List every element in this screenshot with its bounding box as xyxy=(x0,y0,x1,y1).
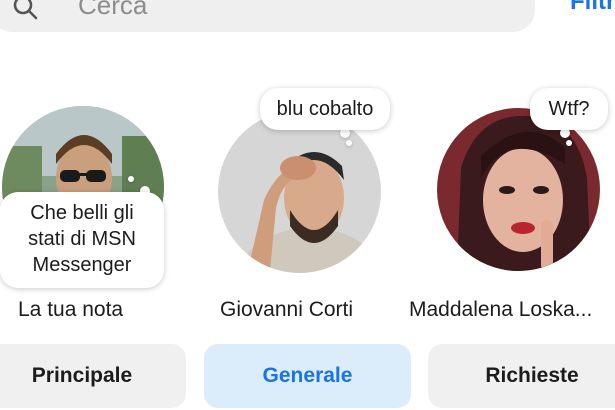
tab-principale[interactable]: Principale xyxy=(0,344,186,408)
note-name-maddalena: Maddalena Loska... xyxy=(409,298,593,321)
search-icon xyxy=(12,0,38,20)
own-note-bubble[interactable]: Che belli gli stati di MSN Messenger xyxy=(0,192,164,288)
filter-link[interactable]: Filtri xyxy=(570,0,615,16)
bubble-dot-small xyxy=(128,176,134,182)
bubble-dot-small xyxy=(566,140,572,146)
note-name-own: La tua nota xyxy=(18,298,124,321)
giovanni-note-bubble[interactable]: blu cobalto xyxy=(260,88,390,130)
tab-richieste[interactable]: Richieste xyxy=(428,344,615,408)
maddalena-note-bubble[interactable]: Wtf? xyxy=(530,88,608,130)
avatar-giovanni-corti[interactable] xyxy=(218,110,381,273)
search-input[interactable]: Cerca xyxy=(78,0,147,21)
avatar-maddalena[interactable] xyxy=(437,108,600,271)
bubble-dot-small xyxy=(346,140,352,146)
tab-generale[interactable]: Generale xyxy=(204,344,411,408)
note-name-giovanni: Giovanni Corti xyxy=(220,298,354,321)
search-bar[interactable]: Cerca xyxy=(0,0,535,32)
